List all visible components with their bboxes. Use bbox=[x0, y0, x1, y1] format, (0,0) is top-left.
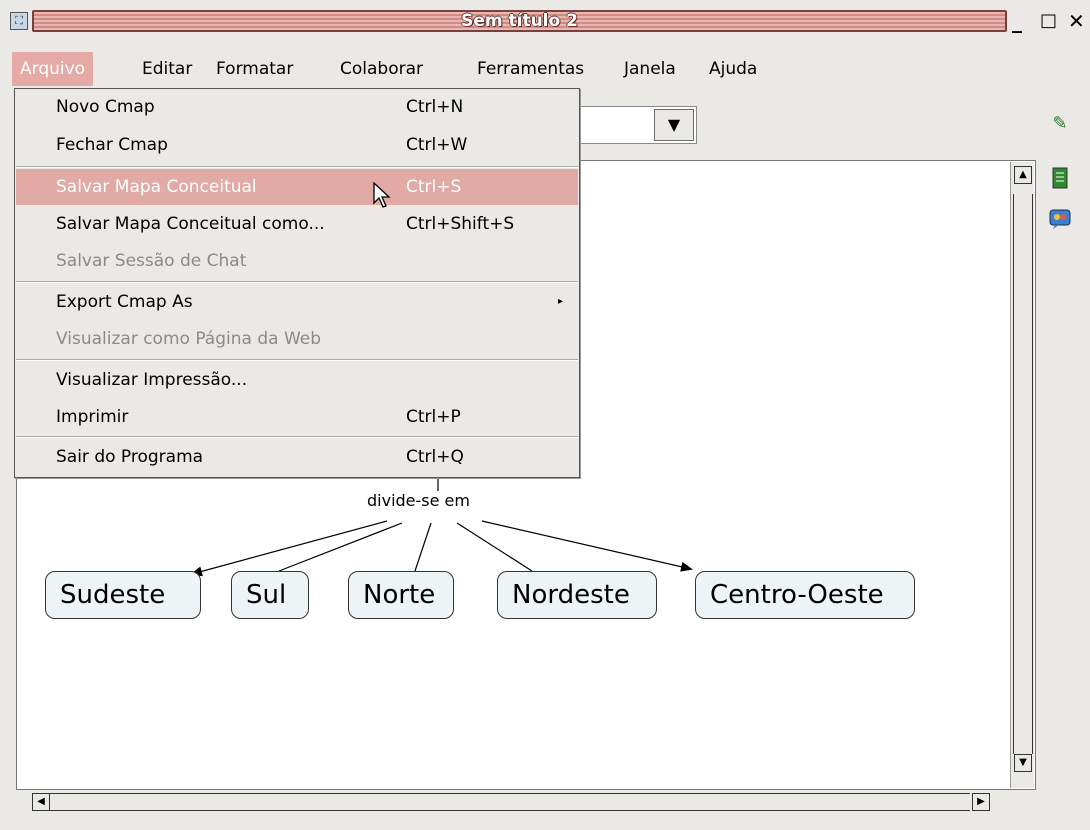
menu-separator bbox=[16, 166, 578, 168]
scroll-down-icon[interactable]: ▼ bbox=[1014, 754, 1032, 772]
menu-item-imprimir[interactable]: Imprimir Ctrl+P bbox=[16, 399, 578, 435]
menu-item-shortcut: Ctrl+W bbox=[406, 135, 468, 155]
document-icon[interactable] bbox=[1047, 167, 1073, 191]
menu-arquivo[interactable]: Arquivo bbox=[12, 52, 94, 86]
menu-ajuda[interactable]: Ajuda bbox=[701, 52, 765, 86]
menu-item-shortcut: Ctrl+S bbox=[406, 177, 462, 197]
concept-node[interactable]: Sul bbox=[231, 571, 309, 619]
menu-item-fechar-cmap[interactable]: Fechar Cmap Ctrl+W bbox=[16, 127, 578, 163]
menu-separator bbox=[16, 436, 578, 438]
title-pill[interactable]: Sem título 2 bbox=[32, 10, 1007, 32]
concept-node[interactable]: Sudeste bbox=[45, 571, 201, 619]
concept-node[interactable]: Nordeste bbox=[497, 571, 657, 619]
window-title: Sem título 2 bbox=[461, 11, 578, 31]
style-palette-icon[interactable]: ✎ bbox=[1047, 112, 1073, 136]
menu-formatar[interactable]: Formatar bbox=[208, 52, 301, 86]
close-button[interactable]: ✕ bbox=[1068, 8, 1085, 34]
collaboration-icon[interactable] bbox=[1047, 208, 1073, 232]
linking-phrase[interactable]: divide-se em bbox=[367, 491, 470, 510]
vertical-scrollbar[interactable]: ▲ ▼ bbox=[1010, 162, 1034, 788]
menu-item-sair[interactable]: Sair do Programa Ctrl+Q bbox=[16, 439, 578, 475]
menu-item-novo-cmap[interactable]: Novo Cmap Ctrl+N bbox=[16, 89, 578, 125]
menu-item-visualizar-web[interactable]: Visualizar como Página da Web bbox=[16, 321, 578, 357]
menu-item-label: Visualizar como Página da Web bbox=[56, 329, 322, 349]
menu-item-export[interactable]: Export Cmap As ▸ bbox=[16, 284, 578, 320]
menu-item-label: Sair do Programa bbox=[56, 447, 204, 467]
combo-arrow-icon[interactable]: ▼ bbox=[654, 109, 694, 141]
menu-ferramentas[interactable]: Ferramentas bbox=[469, 52, 592, 86]
menu-item-shortcut: Ctrl+Shift+S bbox=[406, 214, 515, 234]
minimize-button[interactable]: _ bbox=[1012, 8, 1022, 34]
menu-item-label: Salvar Mapa Conceitual como... bbox=[56, 214, 325, 234]
menu-item-salvar-chat[interactable]: Salvar Sessão de Chat bbox=[16, 243, 578, 279]
scroll-left-icon[interactable]: ◀ bbox=[32, 793, 50, 811]
menu-item-shortcut: Ctrl+Q bbox=[406, 447, 464, 467]
vertical-scroll-track[interactable] bbox=[1013, 194, 1033, 754]
menu-item-label: Visualizar Impressão... bbox=[56, 370, 248, 390]
font-combo[interactable]: ▼ bbox=[577, 106, 697, 144]
mouse-cursor-icon bbox=[373, 181, 391, 208]
file-menu-dropdown: Novo Cmap Ctrl+N Fechar Cmap Ctrl+W Salv… bbox=[14, 88, 580, 478]
title-bar: ⛶ Sem título 2 _ □ ✕ bbox=[0, 0, 1090, 44]
menu-item-label: Fechar Cmap bbox=[56, 135, 168, 155]
menu-item-visualizar-impressao[interactable]: Visualizar Impressão... bbox=[16, 362, 578, 398]
scroll-right-icon[interactable]: ▶ bbox=[972, 793, 990, 811]
menu-colaborar[interactable]: Colaborar bbox=[332, 52, 431, 86]
menu-item-label: Salvar Sessão de Chat bbox=[56, 251, 247, 271]
menu-item-shortcut: Ctrl+N bbox=[406, 97, 464, 117]
menu-separator bbox=[16, 281, 578, 283]
maximize-button[interactable]: □ bbox=[1040, 8, 1057, 34]
menu-editar[interactable]: Editar bbox=[134, 52, 200, 86]
menu-item-label: Salvar Mapa Conceitual bbox=[56, 177, 257, 197]
menu-item-salvar[interactable]: Salvar Mapa Conceitual Ctrl+S bbox=[16, 169, 578, 205]
concept-node[interactable]: Norte bbox=[348, 571, 454, 619]
cmap-icon[interactable]: ⛶ bbox=[10, 12, 28, 30]
submenu-arrow-icon: ▸ bbox=[558, 296, 564, 307]
menu-item-salvar-como[interactable]: Salvar Mapa Conceitual como... Ctrl+Shif… bbox=[16, 206, 578, 242]
menu-separator bbox=[16, 359, 578, 361]
horizontal-scrollbar[interactable]: ◀ ▶ bbox=[18, 790, 1008, 814]
scroll-up-icon[interactable]: ▲ bbox=[1014, 166, 1032, 184]
concept-node[interactable]: Centro-Oeste bbox=[695, 571, 915, 619]
menu-item-label: Novo Cmap bbox=[56, 97, 155, 117]
menu-item-shortcut: Ctrl+P bbox=[406, 407, 461, 427]
horizontal-scroll-track[interactable] bbox=[50, 793, 970, 811]
menu-janela[interactable]: Janela bbox=[616, 52, 684, 86]
menu-item-label: Export Cmap As bbox=[56, 292, 193, 312]
menu-item-label: Imprimir bbox=[56, 407, 129, 427]
